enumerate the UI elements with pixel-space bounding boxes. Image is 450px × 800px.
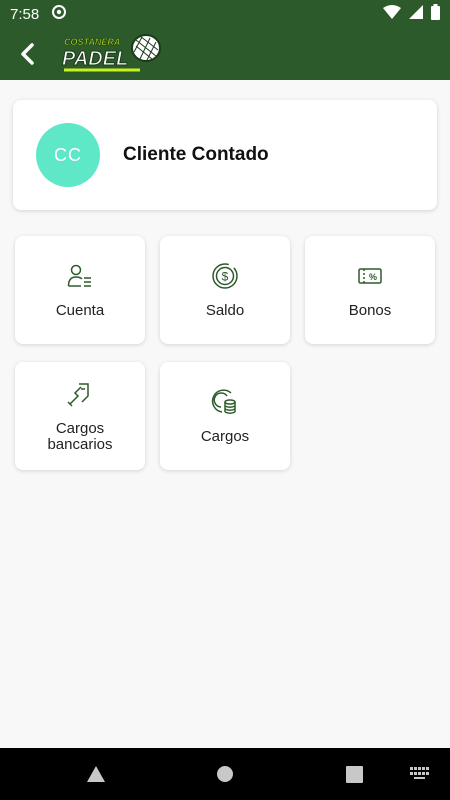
avatar-initials: CC [54,144,82,165]
back-button[interactable] [14,40,42,68]
signal-icon [409,5,423,23]
profile-card[interactable]: CC Cliente Contado [13,100,437,210]
svg-text:%: % [369,272,377,282]
padel-logo-icon: COSTANERA PADEL [62,34,161,72]
tile-label: Bonos [348,302,392,319]
profile-name: Cliente Contado [123,144,269,165]
avatar: CC [36,123,100,187]
discount-ticket-icon: % [358,261,382,291]
svg-text:PADEL: PADEL [62,48,128,70]
nav-back-button[interactable] [84,762,108,786]
nav-recents-button[interactable] [342,762,366,786]
square-recents-icon [345,765,363,783]
tile-cargos[interactable]: Cargos [160,362,290,470]
tile-label: Saldo [205,302,245,319]
nav-home-button[interactable] [213,762,237,786]
tile-label: Cargos bancarios [47,420,113,453]
card-swipe-icon [66,379,94,409]
status-bar: 7:58 [0,0,450,28]
tile-cuenta[interactable]: Cuenta [15,236,145,344]
tile-saldo[interactable]: $ Saldo [160,236,290,344]
tile-label: Cargos [200,428,250,445]
nav-keyboard-button[interactable] [408,764,432,784]
notification-icon [51,4,67,24]
user-list-icon [67,261,93,291]
triangle-back-icon [87,766,105,782]
app-bar: COSTANERA PADEL [0,28,450,80]
arrow-left-icon [21,43,34,65]
app-logo: COSTANERA PADEL [60,32,164,76]
coins-stack-icon [211,387,239,417]
status-time: 7:58 [10,5,40,23]
system-nav-bar [0,748,450,800]
circle-home-icon [217,766,233,782]
dollar-coin-icon: $ [211,261,239,291]
tile-label: Cuenta [55,302,105,319]
battery-icon [431,4,440,24]
main-content: CC Cliente Contado Cuenta $ Saldo % Bono… [0,80,450,748]
svg-text:COSTANERA: COSTANERA [64,37,120,47]
wifi-icon [383,5,401,23]
keyboard-icon [410,767,429,779]
svg-text:$: $ [222,270,229,284]
tile-bonos[interactable]: % Bonos [305,236,435,344]
tile-cargos-bancarios[interactable]: Cargos bancarios [15,362,145,470]
